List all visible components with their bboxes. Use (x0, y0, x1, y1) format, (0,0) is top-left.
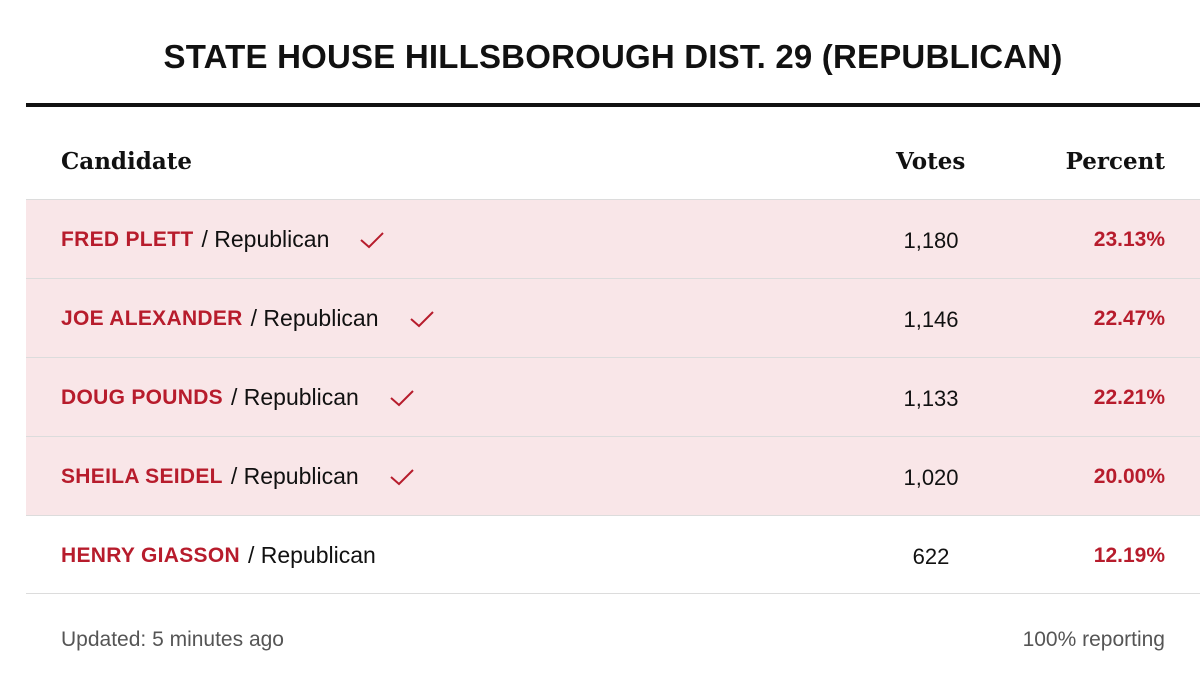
percent-cell: 12.19% (1093, 544, 1165, 567)
column-header-percent: Percent (1065, 148, 1165, 175)
candidate-cell: FRED PLETT / Republican (61, 226, 385, 253)
table-row: HENRY GIASSON / Republican 622 12.19% (26, 515, 1200, 594)
reporting-status: 100% reporting (1022, 628, 1165, 651)
candidate-party: / Republican (201, 226, 330, 252)
checkmark-icon (409, 310, 434, 327)
checkmark-icon (390, 468, 414, 485)
candidate-name: JOE ALEXANDER (61, 306, 243, 330)
votes-cell: 1,180 (903, 228, 959, 253)
table-row: JOE ALEXANDER / Republican 1,146 22.47% (26, 278, 1200, 357)
votes-cell: 622 (912, 544, 950, 569)
candidate-party: / Republican (230, 463, 359, 489)
votes-cell: 1,133 (903, 386, 959, 411)
updated-timestamp: Updated: 5 minutes ago (61, 628, 284, 651)
table-row: FRED PLETT / Republican 1,180 23.13% (26, 199, 1200, 278)
candidate-party: / Republican (230, 384, 359, 410)
candidate-name: DOUG POUNDS (61, 385, 223, 409)
column-header-candidate: Candidate (61, 148, 192, 175)
candidate-cell: DOUG POUNDS / Republican (61, 384, 415, 411)
candidate-cell: HENRY GIASSON / Republican (61, 542, 376, 569)
table-header: Candidate Votes Percent (26, 140, 1200, 190)
page-title: STATE HOUSE HILLSBOROUGH DIST. 29 (REPUB… (163, 38, 1063, 75)
candidate-name: FRED PLETT (61, 227, 194, 251)
candidate-name: SHEILA SEIDEL (61, 464, 223, 488)
candidate-name: HENRY GIASSON (61, 543, 240, 567)
candidate-party: / Republican (250, 305, 379, 331)
percent-cell: 23.13% (1093, 228, 1165, 251)
percent-cell: 22.47% (1093, 307, 1165, 330)
title-divider (26, 103, 1200, 107)
checkmark-icon (390, 389, 414, 406)
table-row: SHEILA SEIDEL / Republican 1,020 20.00% (26, 436, 1200, 515)
votes-cell: 1,146 (903, 307, 959, 332)
candidate-cell: SHEILA SEIDEL / Republican (61, 463, 415, 490)
checkmark-icon (360, 231, 385, 248)
percent-cell: 22.21% (1093, 386, 1165, 409)
votes-cell: 1,020 (903, 465, 959, 490)
percent-cell: 20.00% (1093, 465, 1165, 488)
candidate-cell: JOE ALEXANDER / Republican (61, 305, 435, 332)
results-table: FRED PLETT / Republican 1,180 23.13% JOE… (26, 199, 1200, 594)
table-row: DOUG POUNDS / Republican 1,133 22.21% (26, 357, 1200, 436)
candidate-party: / Republican (247, 542, 376, 568)
column-header-votes: Votes (896, 148, 966, 175)
